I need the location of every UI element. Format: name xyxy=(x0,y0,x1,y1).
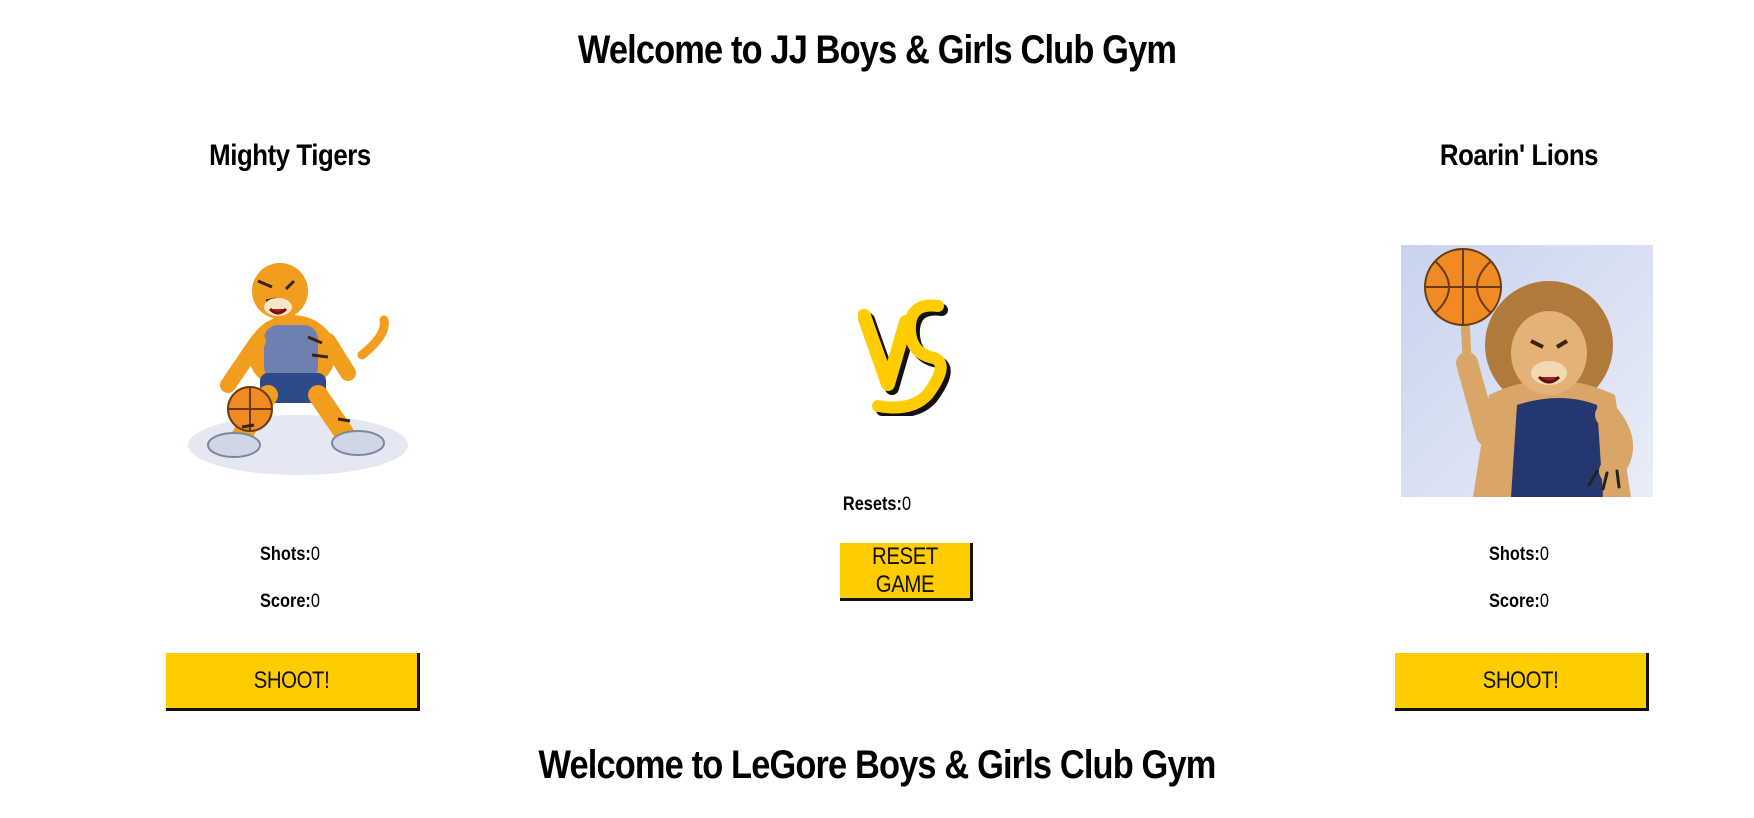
shots-value: 0 xyxy=(310,544,320,565)
team-two-shoot-button[interactable]: SHOOT! xyxy=(1395,653,1649,711)
team-one-panel: Mighty Tigers Shots:0 Score:0 SHOOT! xyxy=(160,0,424,720)
team-one-shoot-button[interactable]: SHOOT! xyxy=(166,653,420,711)
score-value: 0 xyxy=(1539,591,1549,612)
team-two-shots: Shots:0 xyxy=(1407,544,1631,566)
team-two-panel: Roarin' Lions Shots:0 Score:0 SHOOT! xyxy=(1389,0,1653,720)
resets-value: 0 xyxy=(901,494,912,515)
resets-label: Resets: xyxy=(842,494,902,515)
team-one-score: Score:0 xyxy=(178,591,402,613)
vs-logo-icon xyxy=(858,299,951,416)
team-two-score: Score:0 xyxy=(1407,591,1631,613)
shots-label: Shots: xyxy=(1489,544,1540,565)
team-two-name: Roarin' Lions xyxy=(1439,139,1599,172)
team-one-shots: Shots:0 xyxy=(178,544,402,566)
shots-value: 0 xyxy=(1539,544,1549,565)
resets-counter: Resets:0 xyxy=(791,494,963,516)
score-label: Score: xyxy=(1489,591,1540,612)
shoot-button-label: SHOOT! xyxy=(253,666,330,694)
reset-game-button[interactable]: RESET GAME xyxy=(840,543,973,601)
reset-button-label: RESET GAME xyxy=(872,543,938,598)
score-value: 0 xyxy=(310,591,320,612)
score-label: Score: xyxy=(260,591,311,612)
tiger-mascot-icon xyxy=(172,245,424,497)
shoot-button-label: SHOOT! xyxy=(1482,666,1559,694)
team-one-name: Mighty Tigers xyxy=(209,139,371,172)
secondary-gym-title: Welcome to LeGore Boys & Girls Club Gym xyxy=(538,743,1217,787)
shots-label: Shots: xyxy=(260,544,311,565)
lion-mascot-icon xyxy=(1401,245,1653,497)
